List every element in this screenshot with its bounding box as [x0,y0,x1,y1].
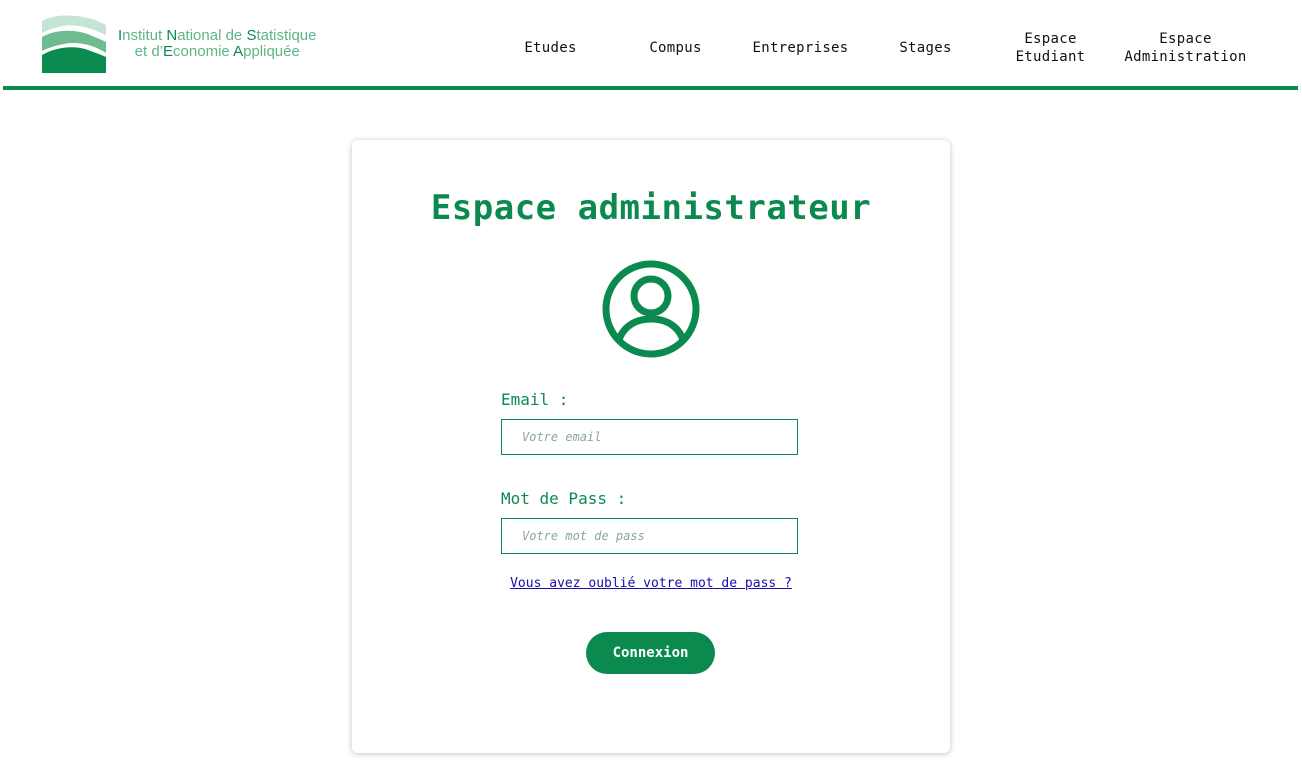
logo-initial: N [166,27,178,44]
password-input[interactable] [501,518,798,554]
header-divider [3,86,1298,90]
login-button[interactable]: Connexion [586,632,715,674]
nav-item-espace-etudiant[interactable]: Espace Etudiant [988,28,1113,68]
login-card: Espace administrateur Email : Mot de Pas… [352,140,950,753]
logo-word: nstitut [122,27,167,44]
logo-word: ppliquée [243,43,300,60]
nav-item-compus[interactable]: Compus [613,28,738,68]
nav-item-stages[interactable]: Stages [863,28,988,68]
page-title: Espace administrateur [430,188,872,228]
password-label: Mot de Pass : [501,489,627,508]
nav-item-etudes[interactable]: Etudes [488,28,613,68]
logo-line-1: Institut National de Statistique [118,28,317,44]
logo-line-2: et d’Economie Appliquée [118,44,317,60]
email-label: Email : [501,390,569,409]
logo-word: tatistique [256,27,317,44]
logo-word: ational de [177,27,247,44]
nav-item-espace-administration[interactable]: Espace Administration [1113,28,1258,68]
logo-word: conomie [173,43,234,60]
logo-word: et d’ [134,43,164,60]
logo-text: Institut National de Statistique et d’Ec… [118,28,317,60]
wave-logo-icon [42,15,106,73]
logo-initial: A [233,43,244,60]
user-circle-icon [602,260,700,358]
institute-logo[interactable]: Institut National de Statistique et d’Ec… [42,15,342,73]
logo-initial: S [246,27,257,44]
site-header: Institut National de Statistique et d’Ec… [0,0,1302,90]
email-input[interactable] [501,419,798,455]
nav-item-entreprises[interactable]: Entreprises [738,28,863,68]
forgot-password-link[interactable]: Vous avez oublié votre mot de pass ? [352,576,950,591]
main-nav: Etudes Compus Entreprises Stages Espace … [488,28,1300,68]
logo-initial: E [163,43,174,60]
